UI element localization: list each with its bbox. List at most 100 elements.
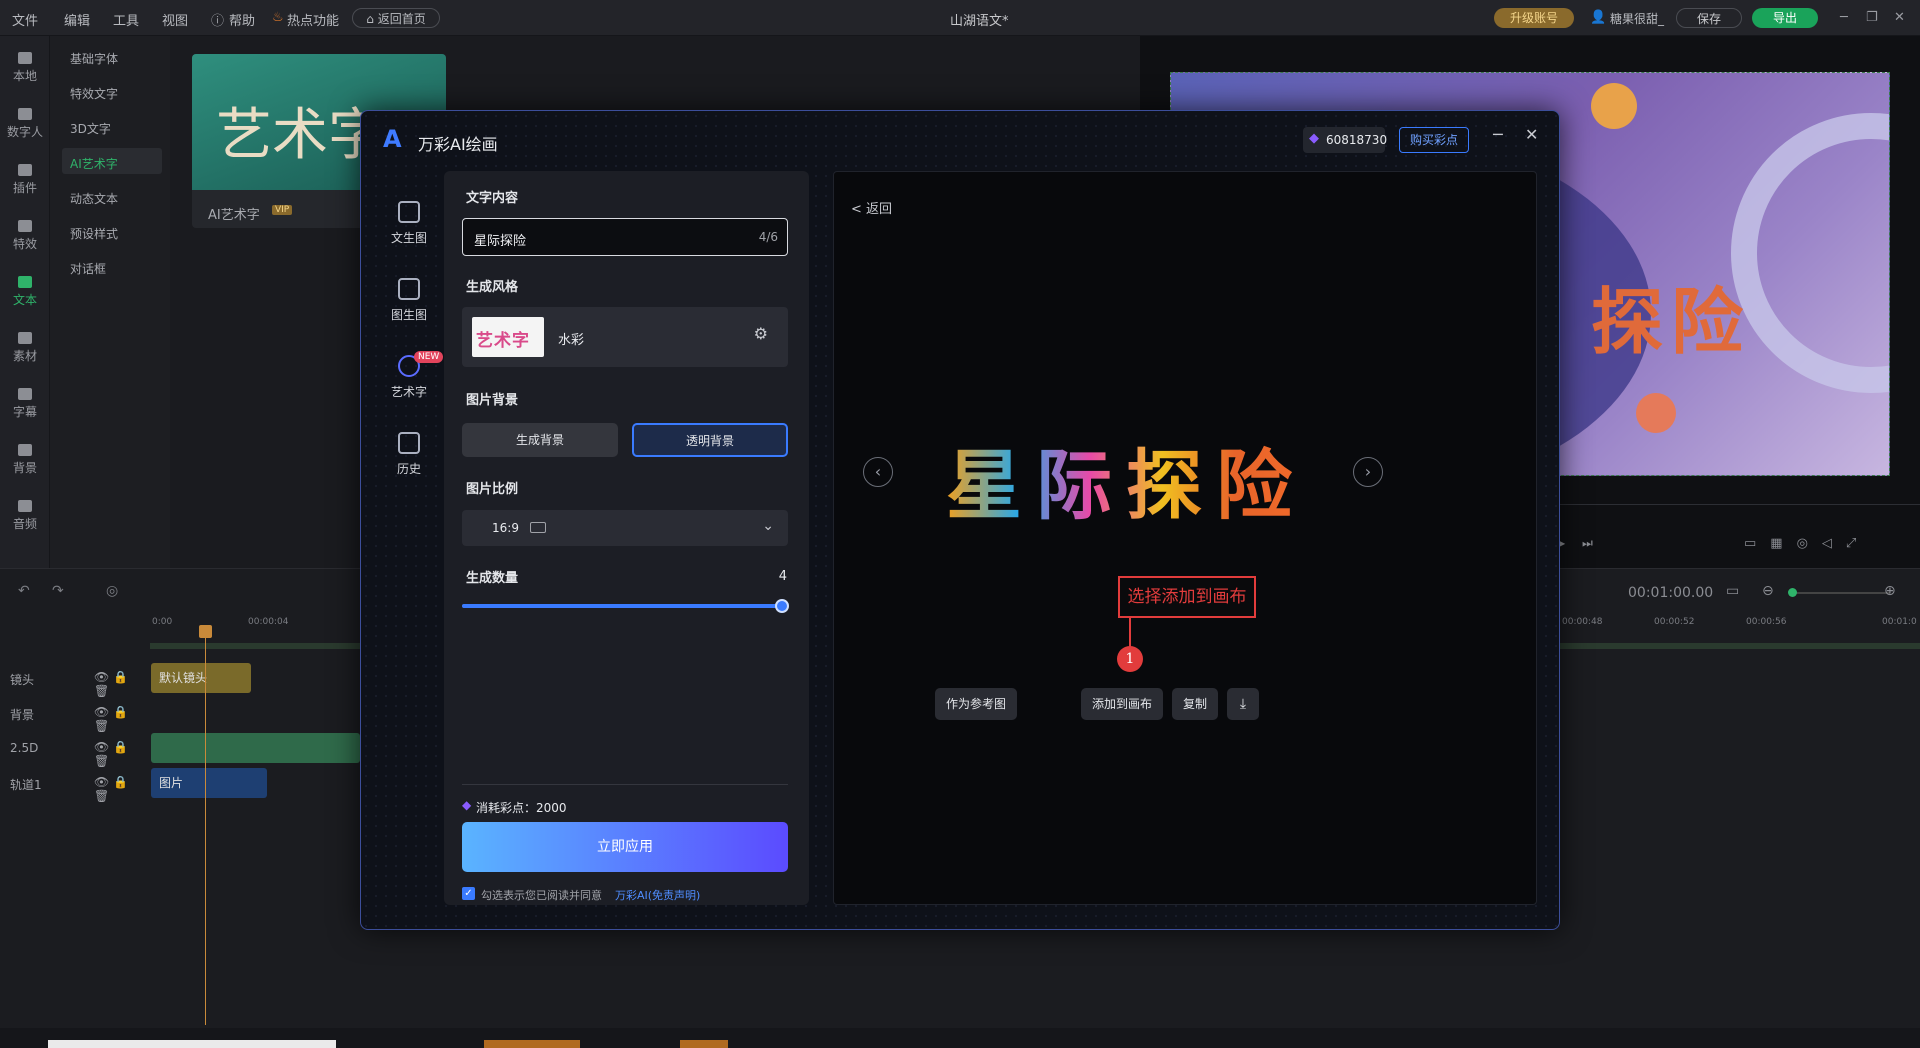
rail-label: 背景 bbox=[12, 461, 37, 475]
ruler-tick: 00:00:56 bbox=[1746, 617, 1787, 627]
agree-checkbox[interactable]: ✓ bbox=[462, 887, 475, 900]
tab-label: 图生图 bbox=[390, 308, 427, 322]
menu-hot[interactable]: 热点功能 bbox=[287, 10, 339, 29]
tab-history[interactable]: 历史 bbox=[379, 432, 439, 477]
upgrade-button[interactable]: 升级账号 bbox=[1494, 8, 1574, 28]
text-input-value: 星际探险 bbox=[474, 234, 527, 249]
rail-text[interactable]: 文本 bbox=[0, 276, 50, 308]
zoom-handle[interactable] bbox=[1788, 588, 1797, 597]
track-25d[interactable]: 2.5D 👁🔒🗑 bbox=[0, 731, 150, 768]
rail-local[interactable]: 本地 bbox=[0, 52, 50, 84]
buy-points-button[interactable]: 购买彩点 bbox=[1399, 127, 1469, 153]
tab-text-to-image[interactable]: 文生图 bbox=[379, 201, 439, 246]
home-button[interactable]: ⌂ 返回首页 bbox=[352, 8, 440, 28]
track-background[interactable]: 背景 👁🔒🗑 bbox=[0, 696, 150, 733]
fit-icon[interactable]: ▭ bbox=[1726, 583, 1739, 599]
playhead-handle[interactable] bbox=[199, 625, 212, 638]
undo-icon[interactable]: ↶ bbox=[18, 583, 30, 599]
prev-arrow-icon[interactable]: ‹ bbox=[863, 457, 893, 487]
track-controls-icon[interactable]: 👁🔒🗑 bbox=[94, 740, 150, 768]
export-button[interactable]: 导出 bbox=[1752, 8, 1818, 28]
result-art-text[interactable]: 星际探险 bbox=[946, 424, 1306, 534]
clip-camera[interactable]: 默认镜头 bbox=[151, 663, 251, 693]
material-icon bbox=[18, 332, 32, 344]
save-button[interactable]: 保存 bbox=[1676, 8, 1742, 28]
rail-audio[interactable]: 音频 bbox=[0, 500, 50, 532]
planet-shape bbox=[1591, 83, 1637, 129]
rail-background[interactable]: 背景 bbox=[0, 444, 50, 476]
add-to-canvas-button[interactable]: 添加到画布 bbox=[1081, 688, 1163, 720]
track-name: 2.5D bbox=[10, 741, 39, 755]
ring-shape bbox=[1731, 113, 1889, 393]
rail-label: 数字人 bbox=[6, 125, 43, 139]
cat-dialog[interactable]: 对话框 bbox=[70, 260, 106, 277]
menu-help[interactable]: 帮助 bbox=[229, 10, 255, 29]
zoom-out-icon[interactable]: ⊖ bbox=[1762, 583, 1774, 599]
cat-3d[interactable]: 3D文字 bbox=[70, 120, 111, 137]
minimize-dialog-icon[interactable]: ─ bbox=[1493, 125, 1503, 144]
back-link[interactable]: < 返回 bbox=[851, 198, 892, 217]
close-dialog-icon[interactable]: ✕ bbox=[1525, 125, 1538, 144]
count-value: 4 bbox=[778, 569, 787, 584]
transparent-background-button[interactable]: 透明背景 bbox=[632, 423, 788, 457]
preview-tools-icon[interactable]: ▭▦◎◁⤢ bbox=[1744, 536, 1870, 551]
ratio-shape-icon bbox=[530, 522, 546, 533]
settings-form: 文字内容 星际探险 4/6 生成风格 艺术字 水彩 ⚙ 图片背景 生成背景 透明… bbox=[444, 171, 809, 905]
track-controls-icon[interactable]: 👁🔒🗑 bbox=[94, 775, 150, 803]
cat-preset[interactable]: 预设样式 bbox=[70, 225, 118, 242]
thumbnail-strip bbox=[680, 1040, 728, 1048]
anchor-icon[interactable]: ◎ bbox=[106, 583, 118, 599]
use-as-reference-button[interactable]: 作为参考图 bbox=[935, 688, 1017, 720]
rail-label: 插件 bbox=[12, 181, 37, 195]
rail-label: 本地 bbox=[12, 69, 37, 83]
timeline-time: 00:01:00.00 bbox=[1628, 585, 1714, 601]
close-window-icon[interactable]: ✕ bbox=[1894, 10, 1905, 25]
count-slider-handle[interactable] bbox=[775, 599, 789, 613]
cat-basic[interactable]: 基础字体 bbox=[70, 50, 118, 67]
rail-plugin[interactable]: 插件 bbox=[0, 164, 50, 196]
user-name[interactable]: 糖果很甜_ bbox=[1610, 10, 1664, 27]
menu-file[interactable]: 文件 bbox=[12, 10, 38, 29]
cat-ai-art[interactable]: AI艺术字 bbox=[70, 155, 118, 172]
generate-background-button[interactable]: 生成背景 bbox=[462, 423, 618, 457]
style-selector[interactable]: 艺术字 水彩 ⚙ bbox=[462, 307, 788, 367]
restore-icon[interactable]: ❐ bbox=[1866, 10, 1878, 25]
cost-diamond-icon: ◆ bbox=[462, 798, 472, 812]
apply-now-button[interactable]: 立即应用 bbox=[462, 822, 788, 872]
menu-edit[interactable]: 编辑 bbox=[64, 10, 90, 29]
clip-image[interactable]: 图片 bbox=[151, 768, 267, 798]
cat-dynamic[interactable]: 动态文本 bbox=[70, 190, 118, 207]
track-controls-icon[interactable]: 👁🔒🗑 bbox=[94, 705, 150, 733]
style-name: 水彩 bbox=[558, 333, 585, 348]
rail-avatar[interactable]: 数字人 bbox=[0, 108, 50, 140]
copy-button[interactable]: 复制 bbox=[1172, 688, 1218, 720]
next-arrow-icon[interactable]: › bbox=[1353, 457, 1383, 487]
rail-effects[interactable]: 特效 bbox=[0, 220, 50, 252]
zoom-slider[interactable] bbox=[1790, 592, 1890, 594]
menu-tools[interactable]: 工具 bbox=[113, 10, 139, 29]
menu-view[interactable]: 视图 bbox=[162, 10, 188, 29]
track-1[interactable]: 轨道1 👁🔒🗑 bbox=[0, 766, 150, 803]
redo-icon[interactable]: ↷ bbox=[52, 583, 64, 599]
help-icon: ⓘ bbox=[211, 14, 225, 29]
zoom-in-icon[interactable]: ⊕ bbox=[1884, 583, 1896, 599]
rail-material[interactable]: 素材 bbox=[0, 332, 50, 364]
agree-text: 勾选表示您已阅读并同意 bbox=[481, 889, 602, 902]
track-controls-icon[interactable]: 👁🔒🗑 bbox=[94, 670, 150, 698]
minimize-icon[interactable]: ─ bbox=[1840, 10, 1848, 25]
tab-image-to-image[interactable]: 图生图 bbox=[379, 278, 439, 323]
adjust-icon[interactable]: ⚙ bbox=[754, 324, 768, 343]
image-image-icon bbox=[398, 278, 420, 300]
clip-25d[interactable] bbox=[151, 733, 360, 763]
cat-effect[interactable]: 特效文字 bbox=[70, 85, 118, 102]
rail-subtitle[interactable]: 字幕 bbox=[0, 388, 50, 420]
playhead[interactable] bbox=[205, 625, 206, 1025]
person-icon bbox=[18, 108, 32, 120]
next-icon[interactable]: ⏭ bbox=[1582, 536, 1593, 551]
ratio-select[interactable]: 16:9 ⌄ bbox=[462, 510, 788, 546]
disclaimer-link[interactable]: 万彩AI(免责声明) bbox=[615, 887, 700, 903]
count-slider-track[interactable] bbox=[462, 604, 782, 608]
download-icon[interactable]: ⤓ bbox=[1227, 688, 1259, 720]
text-content-input[interactable]: 星际探险 4/6 bbox=[462, 218, 788, 256]
track-camera[interactable]: 镜头 👁🔒🗑 bbox=[0, 661, 150, 698]
